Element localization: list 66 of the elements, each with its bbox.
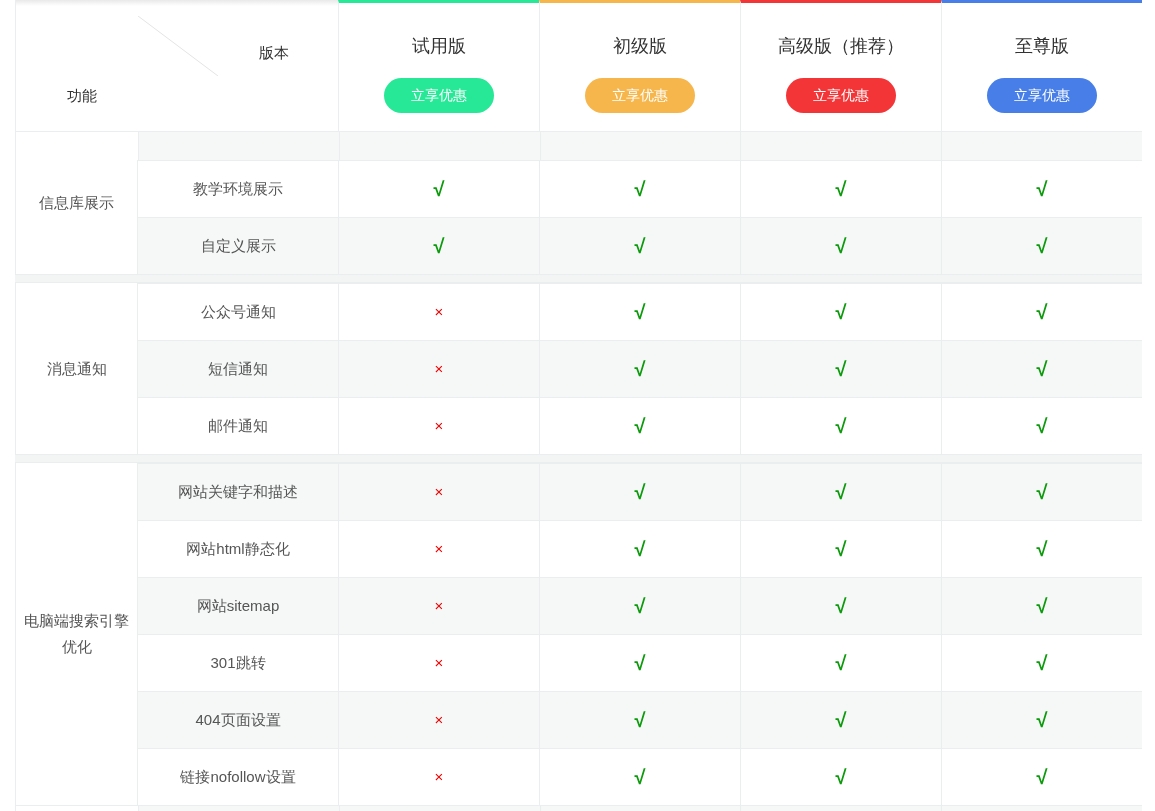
cross-mark: × xyxy=(434,709,444,730)
check-mark: √ xyxy=(433,177,445,202)
plan-title: 试用版 xyxy=(412,35,466,58)
check-mark: √ xyxy=(835,537,847,562)
check-mark: √ xyxy=(835,357,847,382)
feature-name: 网站sitemap xyxy=(196,595,280,616)
check-mark: √ xyxy=(835,414,847,439)
cross-mark: × xyxy=(434,766,444,787)
check-mark: √ xyxy=(1036,765,1048,790)
check-mark: √ xyxy=(1036,651,1048,676)
group-label: 消息通知 xyxy=(46,358,107,379)
offer-button[interactable]: 立享优惠 xyxy=(987,78,1097,113)
check-mark: √ xyxy=(835,708,847,733)
check-mark: √ xyxy=(1036,414,1048,439)
check-mark: √ xyxy=(1036,480,1048,505)
feature-name: 链接nofollow设置 xyxy=(180,766,296,787)
check-mark: √ xyxy=(634,480,646,505)
cross-mark: × xyxy=(434,415,444,436)
check-mark: √ xyxy=(835,651,847,676)
cross-mark: × xyxy=(434,481,444,502)
check-mark: √ xyxy=(634,594,646,619)
feature-name: 邮件通知 xyxy=(208,415,268,436)
check-mark: √ xyxy=(634,300,646,325)
feature-name: 公众号通知 xyxy=(200,301,276,322)
check-mark: √ xyxy=(634,651,646,676)
feature-name: 404页面设置 xyxy=(195,709,281,730)
check-mark: √ xyxy=(1036,537,1048,562)
version-label: 版本 xyxy=(259,43,289,63)
check-mark: √ xyxy=(1036,177,1048,202)
cross-mark: × xyxy=(434,301,444,322)
check-mark: √ xyxy=(1036,357,1048,382)
offer-button[interactable]: 立享优惠 xyxy=(786,78,896,113)
check-mark: √ xyxy=(634,177,646,202)
group-label: 信息库展示 xyxy=(39,193,114,213)
check-mark: √ xyxy=(1036,234,1048,259)
check-mark: √ xyxy=(835,177,847,202)
check-mark: √ xyxy=(835,480,847,505)
check-mark: √ xyxy=(835,234,847,259)
feature-name: 网站关键字和描述 xyxy=(178,481,298,502)
check-mark: √ xyxy=(634,234,646,259)
cross-mark: × xyxy=(434,358,444,379)
check-mark: √ xyxy=(1036,300,1048,325)
plan-title: 初级版 xyxy=(613,35,667,58)
feature-label: 功能 xyxy=(67,86,97,106)
feature-name: 301跳转 xyxy=(210,652,266,673)
check-mark: √ xyxy=(634,357,646,382)
feature-name: 教学环境展示 xyxy=(193,178,283,199)
cross-mark: × xyxy=(434,538,444,559)
feature-name: 自定义展示 xyxy=(200,235,276,256)
plan-title: 高级版（推荐） xyxy=(778,35,904,58)
check-mark: √ xyxy=(634,708,646,733)
cross-mark: × xyxy=(434,595,444,616)
check-mark: √ xyxy=(835,300,847,325)
check-mark: √ xyxy=(835,594,847,619)
check-mark: √ xyxy=(634,414,646,439)
check-mark: √ xyxy=(634,765,646,790)
group-label: 电脑端搜索引擎优化 xyxy=(23,611,130,657)
plan-title: 至尊版 xyxy=(1015,35,1069,58)
check-mark: √ xyxy=(634,537,646,562)
check-mark: √ xyxy=(835,765,847,790)
check-mark: √ xyxy=(1036,708,1048,733)
feature-name: 网站html静态化 xyxy=(186,538,290,559)
cross-mark: × xyxy=(434,652,444,673)
check-mark: √ xyxy=(433,234,445,259)
check-mark: √ xyxy=(1036,594,1048,619)
feature-name: 短信通知 xyxy=(208,358,268,379)
